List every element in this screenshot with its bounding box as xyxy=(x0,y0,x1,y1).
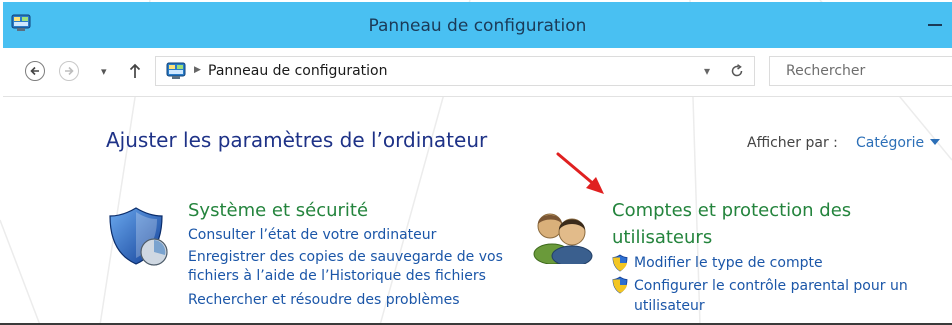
refresh-icon[interactable] xyxy=(730,64,744,78)
minimize-button[interactable] xyxy=(928,24,942,26)
uac-shield-icon xyxy=(612,254,628,272)
breadcrumb-separator-icon: ▶ xyxy=(194,65,201,75)
link-file-history[interactable]: fichiers à l’aide de l’Historique des fi… xyxy=(188,267,486,285)
annotation-arrow-icon xyxy=(556,152,604,194)
control-panel-icon xyxy=(166,62,186,79)
search-box xyxy=(769,56,952,86)
category-title-user-accounts-line2[interactable]: utilisateurs xyxy=(612,226,712,250)
view-by-dropdown-caret-icon[interactable] xyxy=(930,139,940,145)
address-bar[interactable]: ▶ Panneau de configuration ▾ xyxy=(155,56,755,86)
back-button[interactable] xyxy=(25,61,45,81)
security-shield-icon[interactable] xyxy=(106,204,172,270)
address-history-chevron-icon[interactable]: ▾ xyxy=(704,64,710,78)
up-arrow-icon[interactable] xyxy=(128,62,142,80)
view-by-label: Afficher par : xyxy=(747,135,838,151)
navigation-bar: ▾ ▶ Panneau de configuration ▾ xyxy=(3,48,952,97)
control-panel-window: Panneau de configuration ▾ ▶ Panneau de … xyxy=(0,0,952,325)
link-view-computer-status[interactable]: Consulter l’état de votre ordinateur xyxy=(188,226,436,244)
link-change-account-type[interactable]: Modifier le type de compte xyxy=(634,254,823,272)
view-by-dropdown[interactable]: Catégorie xyxy=(856,135,924,151)
forward-arrow-icon xyxy=(65,66,74,76)
recent-locations-chevron-icon[interactable]: ▾ xyxy=(101,65,107,78)
window-title: Panneau de configuration xyxy=(368,16,587,36)
users-icon[interactable] xyxy=(528,198,596,264)
category-title-user-accounts[interactable]: Comptes et protection des xyxy=(612,199,851,223)
search-input[interactable] xyxy=(770,57,952,85)
forward-button[interactable] xyxy=(59,61,79,81)
page-heading: Ajuster les paramètres de l’ordinateur xyxy=(106,128,488,152)
link-troubleshoot-problems[interactable]: Rechercher et résoudre des problèmes xyxy=(188,291,460,309)
link-backup-copies[interactable]: Enregistrer des copies de sauvegarde de … xyxy=(188,248,503,266)
category-title-system-security[interactable]: Système et sécurité xyxy=(188,199,368,223)
breadcrumb-item[interactable]: Panneau de configuration xyxy=(208,63,387,79)
link-parental-controls[interactable]: Configurer le contrôle parental pour un xyxy=(634,277,908,295)
uac-shield-icon xyxy=(612,276,628,294)
title-bar: Panneau de configuration xyxy=(3,2,952,48)
link-parental-controls-line2[interactable]: utilisateur xyxy=(634,297,705,315)
back-arrow-icon xyxy=(30,66,39,76)
